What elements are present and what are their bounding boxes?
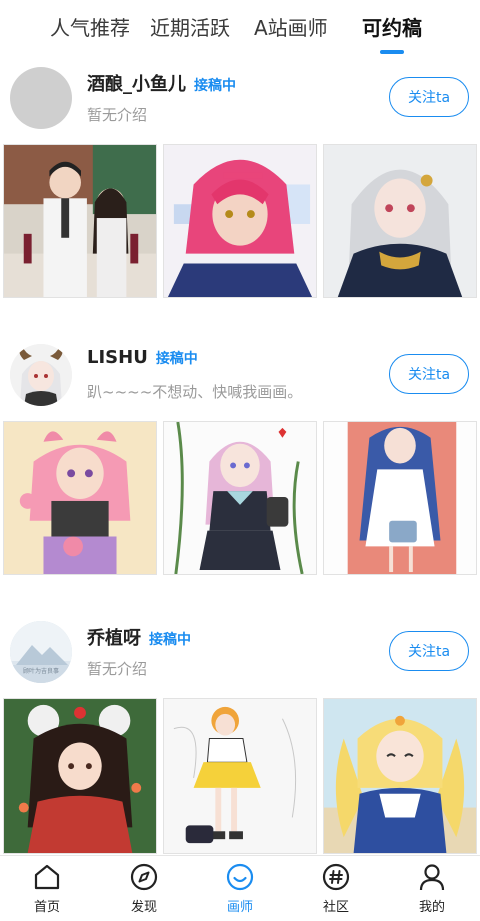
nav-discover[interactable]: 发现: [109, 862, 179, 915]
artwork-pink-hair-boy-image: [164, 145, 316, 297]
nav-community[interactable]: 社区: [301, 862, 371, 915]
blank-avatar[interactable]: [10, 67, 72, 129]
nav-home[interactable]: 首页: [12, 862, 82, 915]
artist-card: LISHU 接稿中 趴~~~~不想动、快喊我画画。 关注ta: [0, 341, 480, 575]
artwork-row: [0, 144, 480, 298]
tab-commission-open[interactable]: 可约稿: [362, 14, 422, 42]
tab-a-site-artists[interactable]: A站画师: [254, 14, 328, 42]
home-icon: [34, 864, 60, 890]
artwork-sketch-yellow-skirt-image: [164, 699, 316, 853]
mountain-logo-avatar[interactable]: 顾叶为吉良事: [10, 621, 72, 683]
horned-girl-avatar[interactable]: [10, 344, 72, 406]
commission-status-badge: 接稿中: [194, 78, 236, 94]
artwork-silver-hair-girl[interactable]: [323, 144, 477, 298]
compass-icon: [130, 863, 158, 891]
commission-status-badge: 接稿中: [155, 351, 198, 367]
tab-recently-active[interactable]: 近期活跃: [150, 14, 230, 42]
horned-girl-avatar-image: [10, 344, 72, 406]
artwork-pink-hair-boy[interactable]: [163, 144, 317, 298]
hashtag-icon: [322, 863, 350, 891]
user-icon: [419, 864, 445, 891]
artwork-red-costume-girl[interactable]: [3, 698, 157, 854]
nav-artists[interactable]: 画师: [205, 862, 275, 915]
nav-me-label: 我的: [418, 900, 445, 915]
artist-intro: 暂无介绍: [87, 660, 148, 678]
avatar-logo-text: 顾叶为吉良事: [23, 667, 59, 675]
artwork-blue-hair-girl-image: [324, 422, 476, 574]
artwork-lab-couple-image: [4, 145, 156, 297]
artwork-sailor-uniform-girl[interactable]: [163, 421, 317, 575]
nav-artists-label: 画师: [226, 900, 253, 915]
follow-button[interactable]: 关注ta: [389, 354, 469, 394]
follow-button[interactable]: 关注ta: [389, 77, 469, 117]
nav-community-label: 社区: [322, 900, 349, 915]
artwork-pink-hair-kemonomimi-image: [4, 422, 156, 574]
commission-status-badge: 接稿中: [149, 632, 191, 648]
artist-intro: 暂无介绍: [87, 106, 148, 124]
artwork-pink-hair-kemonomimi[interactable]: [3, 421, 157, 575]
artist-name[interactable]: 乔植呀: [87, 624, 141, 650]
category-tabs: 人气推荐 近期活跃 A站画师 可约稿: [0, 0, 480, 62]
artwork-row: [0, 421, 480, 575]
artist-name[interactable]: LISHU: [87, 347, 148, 368]
active-tab-indicator: [380, 50, 404, 54]
artwork-blonde-twin-tails-image: [324, 699, 476, 853]
mountain-logo-image: 顾叶为吉良事: [10, 621, 72, 683]
artist-card: 酒酿_小鱼儿 接稿中 暂无介绍 关注ta: [0, 64, 480, 298]
nav-home-label: 首页: [33, 900, 60, 915]
artwork-row: [0, 698, 480, 854]
artwork-silver-hair-girl-image: [324, 145, 476, 297]
artist-card: 顾叶为吉良事 乔植呀 接稿中 暂无介绍 关注ta: [0, 618, 480, 854]
nav-me[interactable]: 我的: [397, 862, 467, 915]
artwork-lab-couple[interactable]: [3, 144, 157, 298]
artwork-blonde-twin-tails[interactable]: [323, 698, 477, 854]
artwork-sailor-uniform-girl-image: [164, 422, 316, 574]
artist-intro: 趴~~~~不想动、快喊我画画。: [87, 383, 303, 401]
artwork-blue-hair-girl[interactable]: [323, 421, 477, 575]
artwork-sketch-yellow-skirt[interactable]: [163, 698, 317, 854]
bottom-navigation: 首页 发现 画师 社区 我的: [0, 855, 480, 921]
nav-discover-label: 发现: [130, 900, 157, 915]
smile-icon: [226, 863, 254, 891]
artist-name[interactable]: 酒酿_小鱼儿: [87, 70, 186, 96]
tab-popular[interactable]: 人气推荐: [50, 14, 130, 42]
follow-button[interactable]: 关注ta: [389, 631, 469, 671]
artwork-red-costume-girl-image: [4, 699, 156, 853]
